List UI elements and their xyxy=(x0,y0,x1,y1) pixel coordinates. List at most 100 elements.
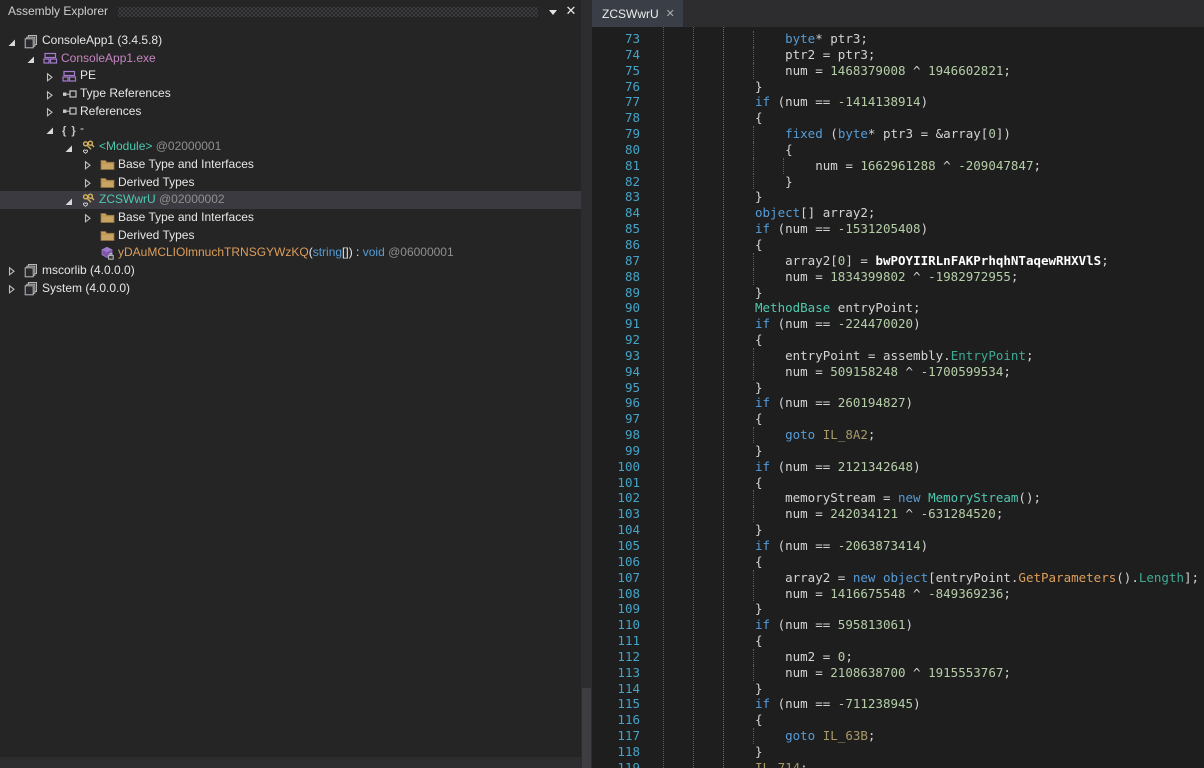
line-number: 89 xyxy=(592,285,640,301)
dnspy-window: Assembly Explorer ✕ ConsoleApp1 (3.4.5.8… xyxy=(0,0,1204,768)
tree-item[interactable]: Derived Types xyxy=(0,227,581,245)
code-editor[interactable]: 73 byte* ptr3;74 ptr2 = ptr3;75 num = 14… xyxy=(592,27,1204,768)
code-line: 82 } xyxy=(592,174,1204,190)
tree-item-label: yDAuMCLIOlmnuchTRNSGYWzKQ(string[]) : vo… xyxy=(118,244,454,262)
indent-guide xyxy=(753,269,754,285)
collapse-arrow-icon[interactable] xyxy=(63,142,74,153)
code-line: 77 if (num == -1414138914) xyxy=(592,94,1204,110)
tree-item[interactable]: References xyxy=(0,103,581,121)
code-text: if (num == 260194827) xyxy=(755,395,913,411)
code-text: } xyxy=(755,79,763,95)
code-line: 100if (num == 2121342648) xyxy=(592,459,1204,475)
code-text: if (num == 2121342648) xyxy=(755,459,921,475)
expand-arrow-icon[interactable] xyxy=(6,265,17,276)
line-number: 82 xyxy=(592,174,640,190)
indent-guide xyxy=(753,253,754,269)
folder-icon xyxy=(100,157,115,172)
collapse-arrow-icon[interactable] xyxy=(25,53,36,64)
code-line: 119IL_714: xyxy=(592,760,1204,768)
panel-close-icon[interactable]: ✕ xyxy=(563,3,579,19)
collapse-arrow-icon[interactable] xyxy=(44,124,55,135)
tree-item[interactable]: PE xyxy=(0,67,581,85)
assembly-icon xyxy=(24,34,39,49)
tab-zcswwru[interactable]: ZCSWwrU ✕ xyxy=(592,0,683,27)
code-text: IL_714: xyxy=(755,760,808,768)
line-number: 113 xyxy=(592,665,640,681)
indent-guide xyxy=(753,427,754,443)
code-text: if (num == -2063873414) xyxy=(755,538,928,554)
code-text: if (num == -1414138914) xyxy=(755,94,928,110)
indent-guide xyxy=(753,570,754,586)
tree-item[interactable]: Base Type and Interfaces xyxy=(0,209,581,227)
line-number: 80 xyxy=(592,142,640,158)
tree-item-label: - xyxy=(80,120,84,138)
tree-horizontal-scrollbar[interactable] xyxy=(0,757,581,768)
window-position-icon[interactable] xyxy=(545,3,561,19)
line-number: 107 xyxy=(592,570,640,586)
code-text: if (num == -1531205408) xyxy=(755,221,928,237)
line-number: 86 xyxy=(592,237,640,253)
line-number: 92 xyxy=(592,332,640,348)
tree-item[interactable]: ZCSWwrU @02000002 xyxy=(0,191,581,209)
code-text: ptr2 = ptr3; xyxy=(755,47,875,63)
line-number: 81 xyxy=(592,158,640,174)
code-line: 102 memoryStream = new MemoryStream(); xyxy=(592,490,1204,506)
tree-item[interactable]: ConsoleApp1.exe xyxy=(0,50,581,68)
expand-arrow-icon[interactable] xyxy=(44,106,55,117)
code-text: { xyxy=(755,110,763,126)
line-number: 76 xyxy=(592,79,640,95)
tree-item[interactable]: mscorlib (4.0.0.0) xyxy=(0,262,581,280)
code-text: array2[0] = bwPOYIIRLnFAKPrhqhNTaqewRHXV… xyxy=(755,253,1109,269)
tab-close-icon[interactable]: ✕ xyxy=(666,8,675,20)
code-text: if (num == 595813061) xyxy=(755,617,913,633)
tree-item[interactable]: System (4.0.0.0) xyxy=(0,280,581,298)
line-number: 77 xyxy=(592,94,640,110)
tree-item[interactable]: yDAuMCLIOlmnuchTRNSGYWzKQ(string[]) : vo… xyxy=(0,244,581,262)
code-text: object[] array2; xyxy=(755,205,875,221)
code-line: 104} xyxy=(592,522,1204,538)
expand-arrow-icon[interactable] xyxy=(82,177,93,188)
code-line: 116{ xyxy=(592,712,1204,728)
tree-item-label: Derived Types xyxy=(118,174,194,192)
indent-guide xyxy=(753,158,754,174)
expand-arrow-icon[interactable] xyxy=(6,283,17,294)
tree-item[interactable]: ConsoleApp1 (3.4.5.8) xyxy=(0,32,581,50)
line-number: 79 xyxy=(592,126,640,142)
tree-item[interactable]: Type References xyxy=(0,85,581,103)
tree-item-label: Type References xyxy=(80,85,171,103)
code-line: 115if (num == -711238945) xyxy=(592,696,1204,712)
expand-arrow-icon[interactable] xyxy=(44,89,55,100)
code-text: entryPoint = assembly.EntryPoint; xyxy=(755,348,1033,364)
tree-item-label: References xyxy=(80,103,141,121)
expand-arrow-icon[interactable] xyxy=(82,212,93,223)
code-line: 117 goto IL_63B; xyxy=(592,728,1204,744)
code-text: { xyxy=(755,475,763,491)
tree-vertical-scrollbar[interactable] xyxy=(581,0,592,768)
tree-item-label: PE xyxy=(80,67,96,85)
expand-arrow-icon[interactable] xyxy=(82,159,93,170)
collapse-arrow-icon[interactable] xyxy=(6,36,17,47)
line-number: 116 xyxy=(592,712,640,728)
code-text: { xyxy=(755,633,763,649)
code-line: 85if (num == -1531205408) xyxy=(592,221,1204,237)
tree-item[interactable]: Base Type and Interfaces xyxy=(0,156,581,174)
tree-item-label: ConsoleApp1.exe xyxy=(61,50,156,68)
assembly-explorer-header[interactable]: Assembly Explorer ✕ xyxy=(0,0,581,22)
scrollbar-thumb[interactable] xyxy=(582,688,591,768)
line-number: 84 xyxy=(592,205,640,221)
code-line: 118} xyxy=(592,744,1204,760)
collapse-arrow-icon[interactable] xyxy=(63,195,74,206)
tree-item[interactable]: <Module> @02000001 xyxy=(0,138,581,156)
tree-item-label: Base Type and Interfaces xyxy=(118,209,254,227)
indent-guide xyxy=(753,586,754,602)
tree-item[interactable]: { }- xyxy=(0,120,581,138)
folder-icon xyxy=(100,210,115,225)
code-line: 88 num = 1834399802 ^ -1982972955; xyxy=(592,269,1204,285)
tree-item[interactable]: Derived Types xyxy=(0,174,581,192)
expand-arrow-icon[interactable] xyxy=(44,71,55,82)
code-line: 97{ xyxy=(592,411,1204,427)
line-number: 98 xyxy=(592,427,640,443)
tree-item-label: Derived Types xyxy=(118,227,194,245)
code-text: num = 2108638700 ^ 1915553767; xyxy=(755,665,1011,681)
indent-guide xyxy=(753,63,754,79)
